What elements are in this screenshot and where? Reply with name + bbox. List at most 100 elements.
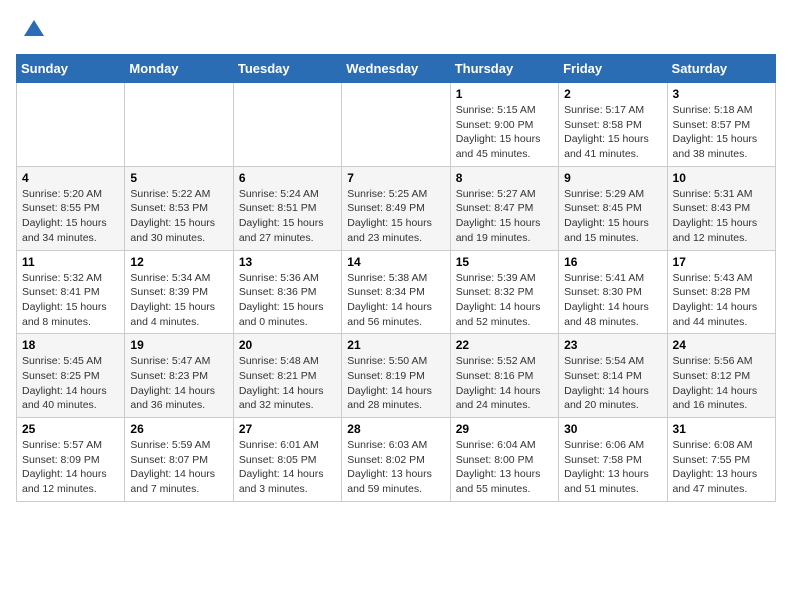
calendar-cell: 9Sunrise: 5:29 AMSunset: 8:45 PMDaylight… [559, 166, 667, 250]
day-number: 24 [673, 338, 770, 352]
calendar-cell: 19 Sunrise: 5:47 AMSunset: 8:23 PMDayligh… [125, 334, 233, 418]
day-content: Sunrise: 5:43 AMSunset: 8:28 PMDaylight:… [673, 271, 770, 330]
calendar-cell [17, 83, 125, 167]
day-content: Sunrise: 5:47 AMSunset: 8:23 PMDaylight:… [130, 354, 227, 413]
weekday-header-tuesday: Tuesday [233, 55, 341, 83]
day-content: Sunrise: 5:18 AMSunset: 8:57 PMDaylight:… [673, 103, 770, 162]
calendar-cell: 10 Sunrise: 5:31 AMSunset: 8:43 PMDayligh… [667, 166, 775, 250]
day-content: Sunrise: 5:17 AMSunset: 8:58 PMDaylight:… [564, 103, 661, 162]
day-number: 22 [456, 338, 553, 352]
day-content: Sunrise: 6:01 AMSunset: 8:05 PMDaylight:… [239, 438, 336, 497]
day-content: Sunrise: 5:45 AMSunset: 8:25 PMDaylight:… [22, 354, 119, 413]
calendar-cell: 20Sunrise: 5:48 AMSunset: 8:21 PMDayligh… [233, 334, 341, 418]
calendar-cell: 5 Sunrise: 5:22 AMSunset: 8:53 PMDaylight… [125, 166, 233, 250]
calendar-cell: 21 Sunrise: 5:50 AMSunset: 8:19 PMDayligh… [342, 334, 450, 418]
calendar-cell: 31 Sunrise: 6:08 AMSunset: 7:55 PMDayligh… [667, 418, 775, 502]
calendar-cell: 26Sunrise: 5:59 AMSunset: 8:07 PMDayligh… [125, 418, 233, 502]
day-number: 27 [239, 422, 336, 436]
calendar-cell: 29 Sunrise: 6:04 AMSunset: 8:00 PMDayligh… [450, 418, 558, 502]
day-number: 28 [347, 422, 444, 436]
day-number: 10 [673, 171, 770, 185]
page-header [16, 16, 776, 44]
day-content: Sunrise: 5:24 AMSunset: 8:51 PMDaylight:… [239, 187, 336, 246]
weekday-header-monday: Monday [125, 55, 233, 83]
day-number: 18 [22, 338, 119, 352]
weekday-header-thursday: Thursday [450, 55, 558, 83]
day-content: Sunrise: 5:15 AMSunset: 9:00 PMDaylight:… [456, 103, 553, 162]
calendar-cell: 3 Sunrise: 5:18 AMSunset: 8:57 PMDaylight… [667, 83, 775, 167]
calendar-cell: 30 Sunrise: 6:06 AMSunset: 7:58 PMDayligh… [559, 418, 667, 502]
day-number: 20 [239, 338, 336, 352]
day-number: 15 [456, 255, 553, 269]
calendar-cell [342, 83, 450, 167]
day-content: Sunrise: 5:52 AMSunset: 8:16 PMDaylight:… [456, 354, 553, 413]
day-number: 14 [347, 255, 444, 269]
calendar-cell [125, 83, 233, 167]
calendar-table: SundayMondayTuesdayWednesdayThursdayFrid… [16, 54, 776, 502]
calendar-header: SundayMondayTuesdayWednesdayThursdayFrid… [17, 55, 776, 83]
day-number: 30 [564, 422, 661, 436]
day-content: Sunrise: 6:04 AMSunset: 8:00 PMDaylight:… [456, 438, 553, 497]
day-number: 31 [673, 422, 770, 436]
weekday-header-friday: Friday [559, 55, 667, 83]
day-content: Sunrise: 5:38 AMSunset: 8:34 PMDaylight:… [347, 271, 444, 330]
day-content: Sunrise: 5:57 AMSunset: 8:09 PMDaylight:… [22, 438, 119, 497]
weekday-header-sunday: Sunday [17, 55, 125, 83]
day-number: 26 [130, 422, 227, 436]
calendar-cell: 15 Sunrise: 5:39 AMSunset: 8:32 PMDayligh… [450, 250, 558, 334]
day-number: 8 [456, 171, 553, 185]
calendar-cell: 16 Sunrise: 5:41 AMSunset: 8:30 PMDayligh… [559, 250, 667, 334]
calendar-cell: 7 Sunrise: 5:25 AMSunset: 8:49 PMDaylight… [342, 166, 450, 250]
calendar-cell: 4 Sunrise: 5:20 AMSunset: 8:55 PMDaylight… [17, 166, 125, 250]
day-number: 6 [239, 171, 336, 185]
day-content: Sunrise: 5:20 AMSunset: 8:55 PMDaylight:… [22, 187, 119, 246]
day-content: Sunrise: 5:29 AMSunset: 8:45 PMDaylight:… [564, 187, 661, 246]
day-content: Sunrise: 5:50 AMSunset: 8:19 PMDaylight:… [347, 354, 444, 413]
calendar-cell: 1 Sunrise: 5:15 AMSunset: 9:00 PMDaylight… [450, 83, 558, 167]
day-content: Sunrise: 5:39 AMSunset: 8:32 PMDaylight:… [456, 271, 553, 330]
calendar-cell: 13Sunrise: 5:36 AMSunset: 8:36 PMDayligh… [233, 250, 341, 334]
day-content: Sunrise: 5:36 AMSunset: 8:36 PMDaylight:… [239, 271, 336, 330]
logo-icon [20, 16, 48, 44]
calendar-cell: 24 Sunrise: 5:56 AMSunset: 8:12 PMDayligh… [667, 334, 775, 418]
calendar-cell: 28 Sunrise: 6:03 AMSunset: 8:02 PMDayligh… [342, 418, 450, 502]
day-content: Sunrise: 6:06 AMSunset: 7:58 PMDaylight:… [564, 438, 661, 497]
day-number: 29 [456, 422, 553, 436]
calendar-cell: 17Sunrise: 5:43 AMSunset: 8:28 PMDayligh… [667, 250, 775, 334]
day-number: 25 [22, 422, 119, 436]
day-content: Sunrise: 6:08 AMSunset: 7:55 PMDaylight:… [673, 438, 770, 497]
day-content: Sunrise: 5:41 AMSunset: 8:30 PMDaylight:… [564, 271, 661, 330]
day-content: Sunrise: 5:56 AMSunset: 8:12 PMDaylight:… [673, 354, 770, 413]
day-content: Sunrise: 5:34 AMSunset: 8:39 PMDaylight:… [130, 271, 227, 330]
calendar-cell: 27 Sunrise: 6:01 AMSunset: 8:05 PMDayligh… [233, 418, 341, 502]
calendar-cell [233, 83, 341, 167]
day-content: Sunrise: 6:03 AMSunset: 8:02 PMDaylight:… [347, 438, 444, 497]
day-number: 1 [456, 87, 553, 101]
day-number: 16 [564, 255, 661, 269]
day-content: Sunrise: 5:54 AMSunset: 8:14 PMDaylight:… [564, 354, 661, 413]
calendar-cell: 23 Sunrise: 5:54 AMSunset: 8:14 PMDayligh… [559, 334, 667, 418]
day-number: 7 [347, 171, 444, 185]
calendar-cell: 12Sunrise: 5:34 AMSunset: 8:39 PMDayligh… [125, 250, 233, 334]
calendar-cell: 6 Sunrise: 5:24 AMSunset: 8:51 PMDaylight… [233, 166, 341, 250]
day-number: 5 [130, 171, 227, 185]
day-content: Sunrise: 5:32 AMSunset: 8:41 PMDaylight:… [22, 271, 119, 330]
day-number: 2 [564, 87, 661, 101]
day-number: 11 [22, 255, 119, 269]
day-number: 23 [564, 338, 661, 352]
day-number: 19 [130, 338, 227, 352]
day-content: Sunrise: 5:27 AMSunset: 8:47 PMDaylight:… [456, 187, 553, 246]
day-content: Sunrise: 5:25 AMSunset: 8:49 PMDaylight:… [347, 187, 444, 246]
day-content: Sunrise: 5:22 AMSunset: 8:53 PMDaylight:… [130, 187, 227, 246]
day-number: 3 [673, 87, 770, 101]
calendar-cell: 14 Sunrise: 5:38 AMSunset: 8:34 PMDayligh… [342, 250, 450, 334]
day-content: Sunrise: 5:31 AMSunset: 8:43 PMDaylight:… [673, 187, 770, 246]
calendar-cell: 2 Sunrise: 5:17 AMSunset: 8:58 PMDaylight… [559, 83, 667, 167]
day-number: 4 [22, 171, 119, 185]
weekday-header-saturday: Saturday [667, 55, 775, 83]
calendar-cell: 25 Sunrise: 5:57 AMSunset: 8:09 PMDayligh… [17, 418, 125, 502]
day-number: 21 [347, 338, 444, 352]
calendar-cell: 18 Sunrise: 5:45 AMSunset: 8:25 PMDayligh… [17, 334, 125, 418]
calendar-cell: 8 Sunrise: 5:27 AMSunset: 8:47 PMDaylight… [450, 166, 558, 250]
calendar-cell: 22 Sunrise: 5:52 AMSunset: 8:16 PMDayligh… [450, 334, 558, 418]
